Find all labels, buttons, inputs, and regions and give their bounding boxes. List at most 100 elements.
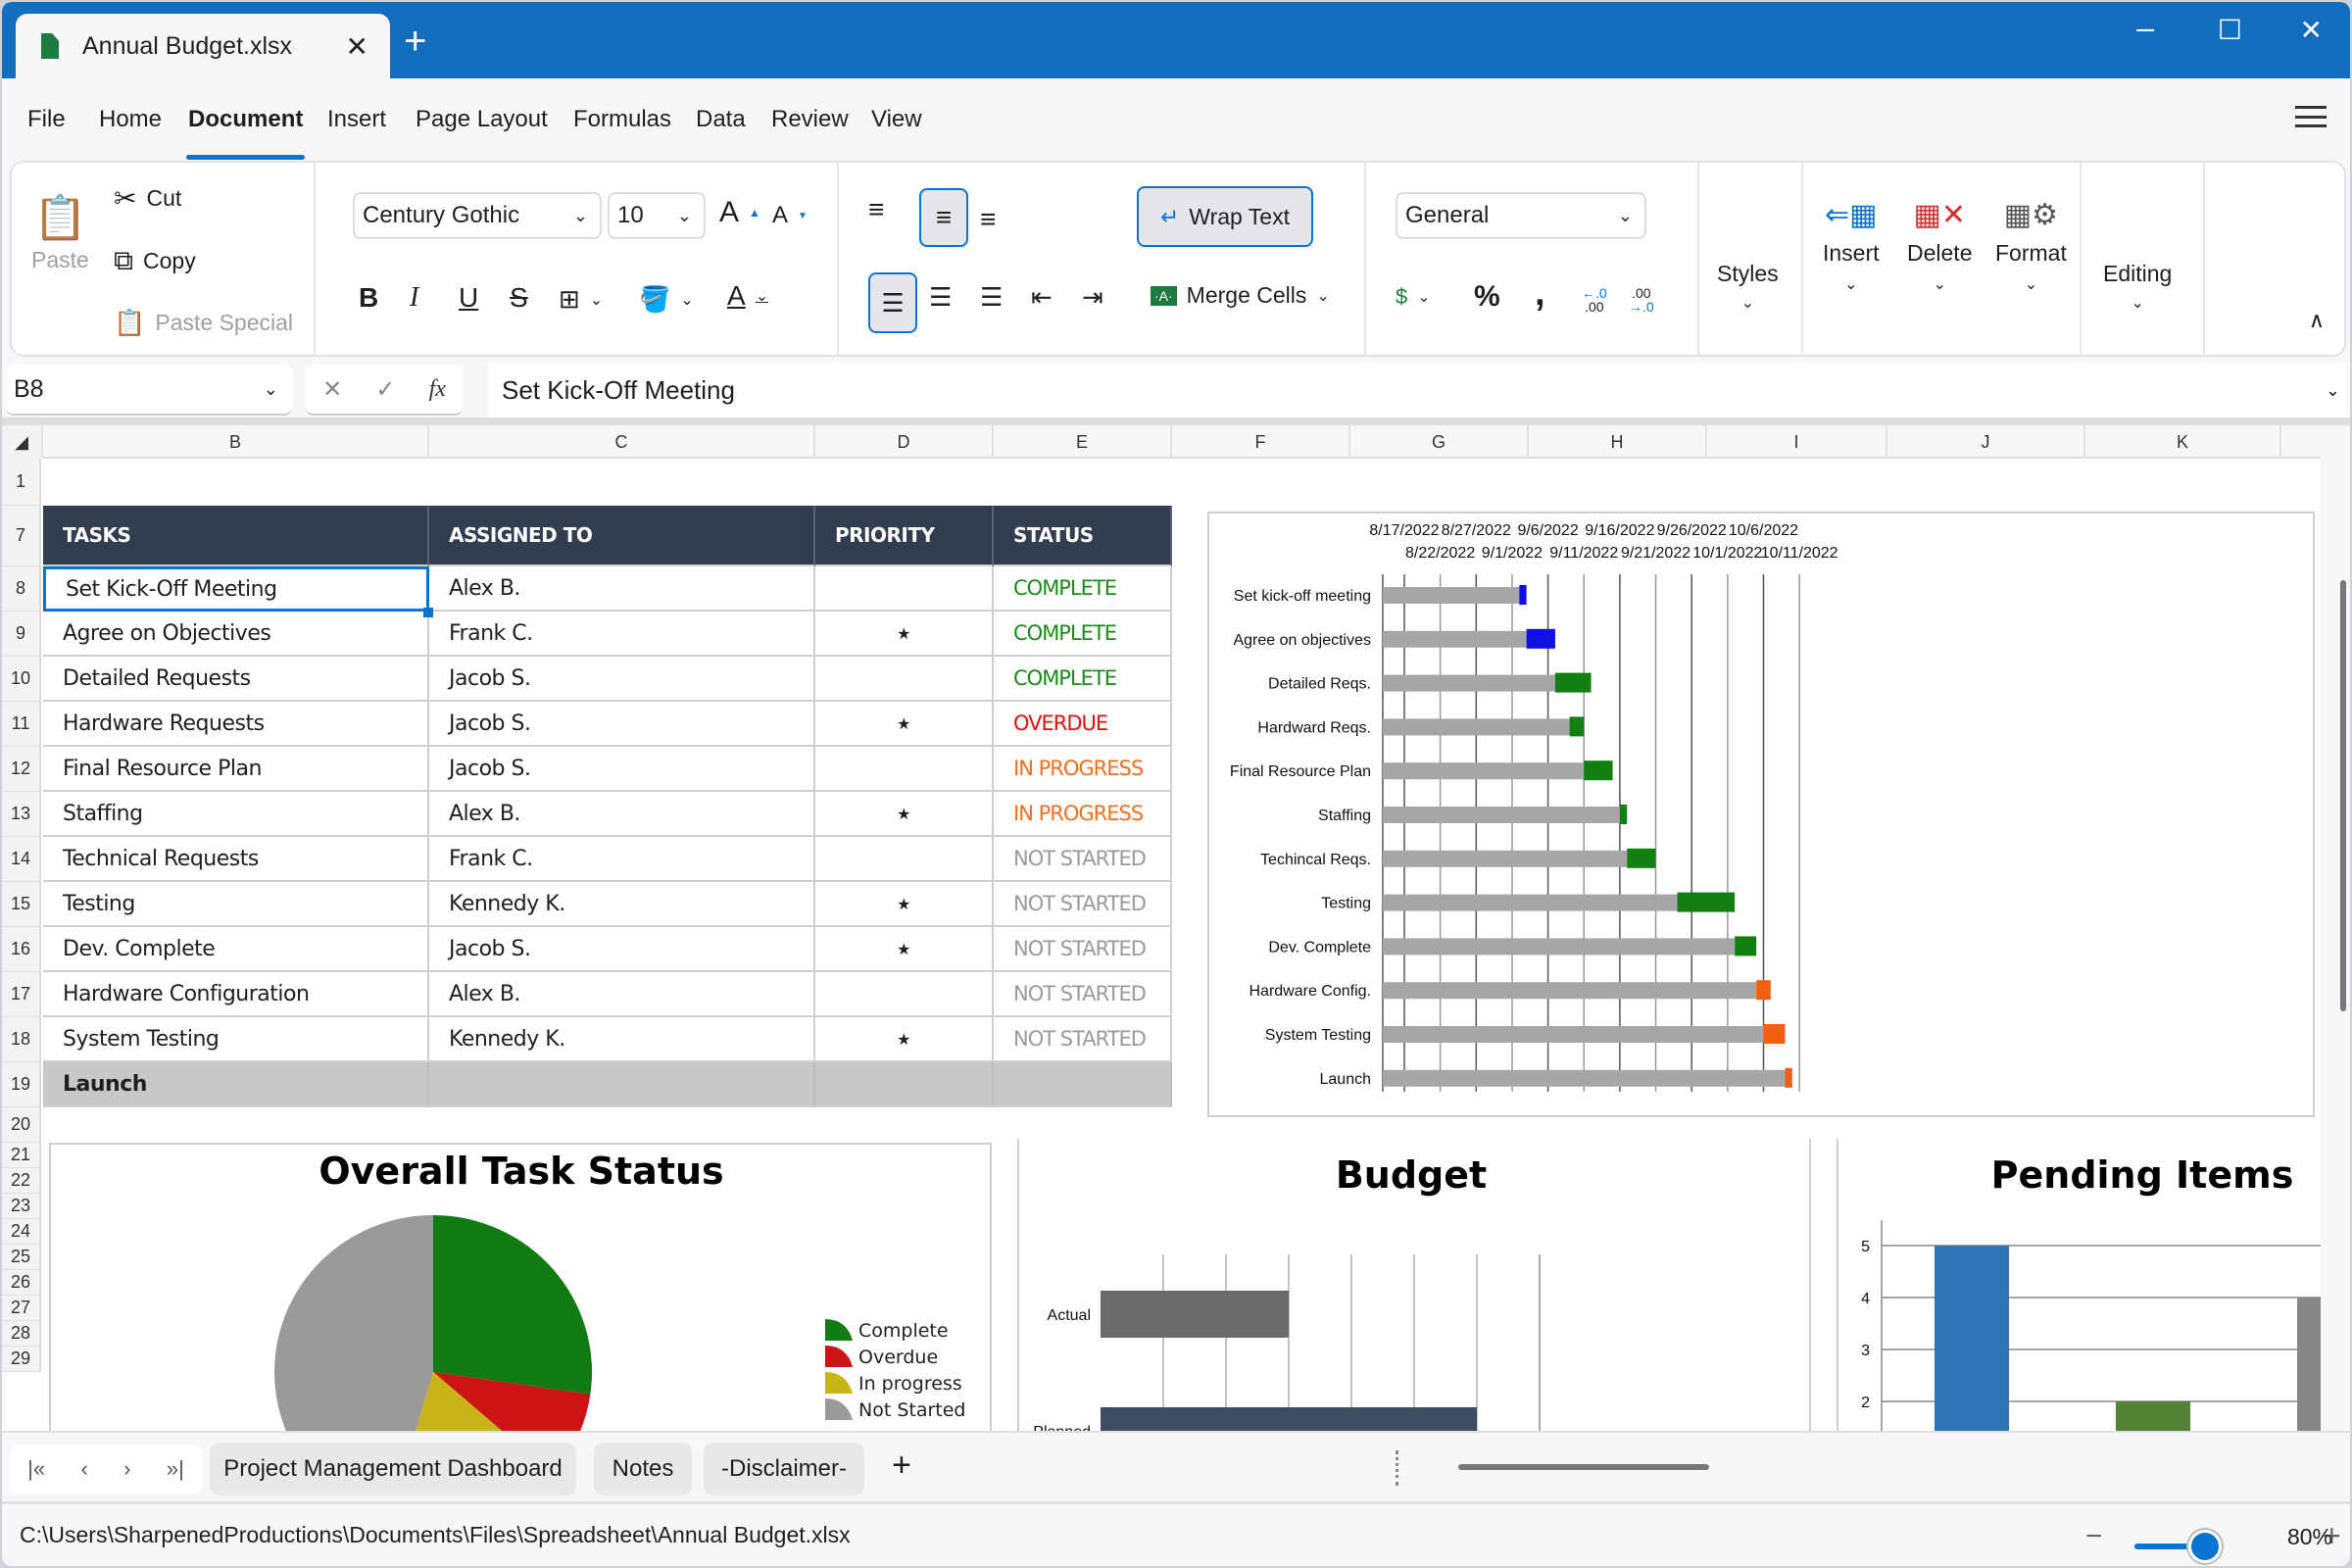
percent-button[interactable]: % — [1474, 280, 1500, 314]
table-cell[interactable]: Jacob S. — [429, 927, 815, 972]
status-cell[interactable]: OVERDUE — [994, 702, 1172, 747]
shrink-font-icon[interactable]: A ▼ — [772, 202, 808, 229]
table-cell[interactable]: Hardware Requests — [43, 702, 429, 747]
row-header[interactable]: 22 — [2, 1168, 41, 1194]
new-tab-button[interactable]: + — [404, 20, 426, 64]
table-cell[interactable]: System Testing — [43, 1017, 429, 1062]
align-bottom-icon[interactable]: ≡ — [980, 204, 996, 235]
insert-cells-button[interactable]: ⇐▦ Insert ⌄ — [1823, 198, 1880, 294]
table-cell[interactable] — [429, 1062, 815, 1107]
table-cell[interactable]: Frank C. — [429, 837, 815, 882]
spreadsheet-grid[interactable]: ◢ B C D E F G H I J K 1 7 8 9 10 11 12 13 14 15 16… — [2, 425, 2321, 1431]
table-cell[interactable]: Kennedy K. — [429, 1017, 815, 1062]
formula-splitter[interactable] — [2, 417, 2350, 425]
table-header-cell[interactable]: TASKS — [43, 506, 429, 566]
cancel-icon[interactable]: ✕ — [322, 375, 342, 404]
column-header-h[interactable]: H — [1529, 425, 1707, 459]
vertical-scrollbar[interactable] — [2340, 580, 2346, 1011]
paste-special-button[interactable]: 📋 Paste Special — [114, 308, 293, 338]
align-top-icon[interactable]: ≡ — [868, 194, 884, 225]
menu-home[interactable]: Home — [99, 106, 162, 133]
status-cell[interactable]: NOT STARTED — [994, 927, 1172, 972]
menu-insert[interactable]: Insert — [327, 106, 386, 133]
strikethrough-button[interactable]: S — [510, 282, 528, 314]
row-header[interactable]: 8 — [2, 566, 41, 612]
first-sheet-button[interactable]: |« — [27, 1456, 45, 1482]
wrap-text-button[interactable]: ↵ Wrap Text — [1137, 186, 1313, 247]
column-header-e[interactable]: E — [994, 425, 1172, 459]
paste-button[interactable]: 📋 Paste — [31, 192, 89, 273]
table-cell[interactable]: Hardware Configuration — [43, 972, 429, 1017]
table-cell[interactable]: ★ — [815, 702, 994, 747]
table-cell[interactable] — [815, 837, 994, 882]
row-header[interactable]: 11 — [2, 702, 41, 747]
align-left-icon[interactable]: ☰ — [868, 272, 917, 333]
row-header[interactable]: 28 — [2, 1321, 41, 1347]
number-format-dropdown[interactable]: General ⌄ — [1396, 192, 1646, 239]
column-header-d[interactable]: D — [815, 425, 994, 459]
menu-review[interactable]: Review — [771, 106, 849, 133]
row-header[interactable]: 29 — [2, 1347, 41, 1372]
comma-button[interactable]: , — [1535, 272, 1545, 315]
row-header[interactable]: 14 — [2, 837, 41, 882]
zoom-out-button[interactable]: − — [2085, 1520, 2103, 1553]
table-cell[interactable] — [994, 1062, 1172, 1107]
fill-handle[interactable] — [423, 608, 433, 617]
increase-indent-icon[interactable]: ⇥ — [1082, 282, 1103, 313]
font-size-dropdown[interactable]: 10 ⌄ — [608, 192, 706, 239]
formula-input[interactable]: Set Kick-Off Meeting ⌄ — [488, 363, 2350, 417]
row-header[interactable]: 23 — [2, 1194, 41, 1219]
row-header[interactable]: 9 — [2, 612, 41, 657]
sheet-tab-disclaimer[interactable]: -Disclaimer- — [704, 1443, 864, 1495]
close-window-button[interactable]: ✕ — [2300, 14, 2323, 46]
menu-view[interactable]: View — [871, 106, 922, 133]
document-tab[interactable]: Annual Budget.xlsx ✕ — [16, 14, 390, 78]
column-header-i[interactable]: I — [1707, 425, 1887, 459]
align-middle-icon[interactable]: ≡ — [919, 188, 968, 247]
align-center-icon[interactable]: ☰ — [929, 282, 952, 313]
table-cell[interactable]: Jacob S. — [429, 747, 815, 792]
row-header[interactable]: 19 — [2, 1062, 41, 1107]
table-cell[interactable]: Jacob S. — [429, 657, 815, 702]
table-cell[interactable]: ★ — [815, 927, 994, 972]
row-header[interactable]: 13 — [2, 792, 41, 837]
status-cell[interactable]: NOT STARTED — [994, 837, 1172, 882]
format-cells-button[interactable]: ▦⚙ Format ⌄ — [1995, 198, 2067, 294]
prev-sheet-button[interactable]: ‹ — [80, 1456, 87, 1482]
increase-decimal-icon[interactable]: ←.0.00 — [1582, 286, 1607, 314]
horizontal-scrollbar[interactable] — [1458, 1464, 1709, 1470]
table-cell[interactable]: Testing — [43, 882, 429, 927]
row-header[interactable]: 21 — [2, 1143, 41, 1168]
table-header-cell[interactable]: ASSIGNED TO — [429, 506, 815, 566]
row-header[interactable]: 10 — [2, 657, 41, 702]
gantt-chart[interactable]: 8/17/2022 8/27/2022 9/6/2022 9/16/2022 9/26/… — [1207, 512, 2315, 1117]
table-cell[interactable] — [815, 657, 994, 702]
zoom-slider-thumb[interactable] — [2188, 1530, 2222, 1563]
table-cell[interactable]: ★ — [815, 882, 994, 927]
row-header[interactable]: 16 — [2, 927, 41, 972]
column-header-f[interactable]: F — [1172, 425, 1350, 459]
launch-row-cell[interactable]: Launch — [43, 1062, 429, 1107]
status-cell[interactable]: IN PROGRESS — [994, 747, 1172, 792]
collapse-ribbon-icon[interactable]: ∧ — [2309, 308, 2325, 333]
table-header-cell[interactable]: STATUS — [994, 506, 1172, 566]
font-name-dropdown[interactable]: Century Gothic ⌄ — [353, 192, 602, 239]
merge-cells-button[interactable]: ·A· Merge Cells ⌄ — [1151, 282, 1330, 309]
status-cell[interactable]: COMPLETE — [994, 566, 1172, 612]
table-cell[interactable] — [815, 747, 994, 792]
table-cell[interactable]: Detailed Requests — [43, 657, 429, 702]
align-right-icon[interactable]: ☰ — [980, 282, 1003, 313]
table-cell[interactable]: Agree on Objectives — [43, 612, 429, 657]
row-header[interactable]: 26 — [2, 1270, 41, 1296]
sheet-tab-notes[interactable]: Notes — [594, 1443, 692, 1495]
zoom-slider[interactable] — [2134, 1530, 2311, 1563]
cut-button[interactable]: ✂ Cut — [114, 182, 181, 215]
row-header[interactable]: 1 — [2, 459, 41, 506]
maximize-button[interactable]: ☐ — [2218, 14, 2242, 46]
last-sheet-button[interactable]: »| — [167, 1456, 184, 1482]
delete-cells-button[interactable]: ▦✕ Delete ⌄ — [1907, 198, 1972, 294]
menu-file[interactable]: File — [27, 106, 66, 133]
hamburger-menu-icon[interactable] — [2295, 106, 2327, 127]
table-header-cell[interactable]: PRIORITY — [815, 506, 994, 566]
add-sheet-button[interactable]: + — [892, 1446, 911, 1485]
